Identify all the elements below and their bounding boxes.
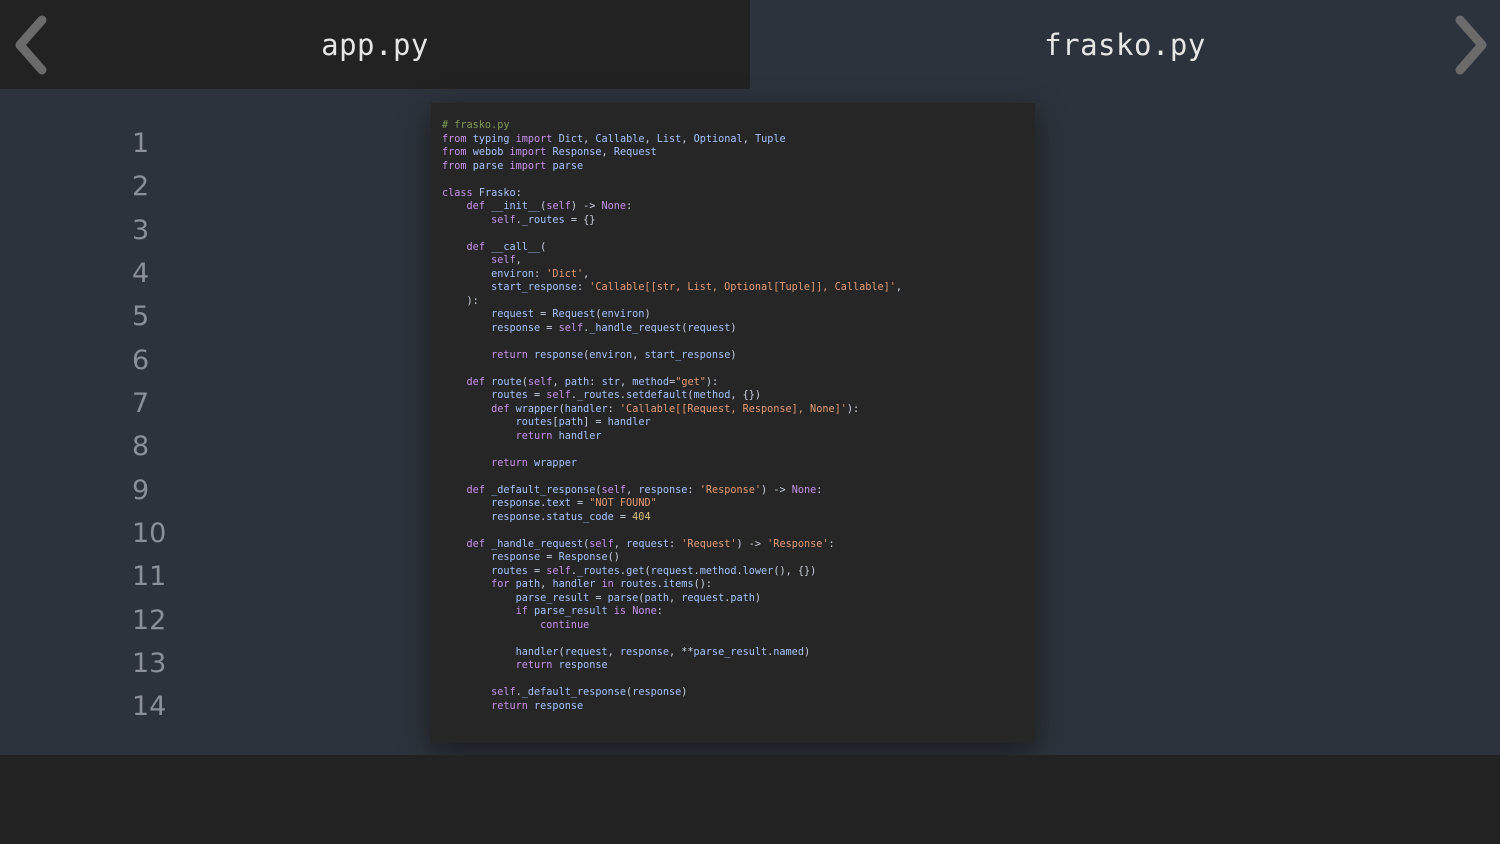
code-line: response = Response() <box>491 552 620 563</box>
code-line: routes = self._routes.get(request.method… <box>491 565 817 577</box>
code-line: continue <box>540 619 590 631</box>
code-line: response.status_code = 404 <box>491 511 651 523</box>
line-number: 9 <box>132 474 150 506</box>
line-number-gutter: 1 2 3 4 5 6 7 8 9 10 11 12 13 14 <box>132 122 212 729</box>
code-line: return response(environ, start_response) <box>491 349 737 361</box>
code-line: return handler <box>515 430 602 442</box>
code-line: start_response: 'Callable[[str, List, Op… <box>491 282 903 293</box>
line-number: 5 <box>132 301 150 333</box>
code-line: def route(self, path: str, method="get")… <box>466 376 719 388</box>
line-number: 6 <box>132 344 150 376</box>
tab-frasko-py[interactable]: frasko.py <box>750 0 1500 90</box>
code-line: response.text = "NOT FOUND" <box>491 498 657 509</box>
line-number: 11 <box>132 561 167 593</box>
tab-label: frasko.py <box>1044 28 1206 62</box>
code-line: def _handle_request(self, request: 'Requ… <box>466 538 835 550</box>
code-line: for path, handler in routes.items(): <box>491 579 712 590</box>
editor-pane: 1 2 3 4 5 6 7 8 9 10 11 12 13 14 # frask… <box>0 90 1500 755</box>
line-number: 13 <box>132 648 167 680</box>
code-line: from typing import Dict, Callable, List,… <box>442 133 786 145</box>
code-line: response = self._handle_request(request) <box>491 322 737 334</box>
code-line: return response <box>491 700 584 712</box>
code-line: from webob import Response, Request <box>442 147 657 158</box>
code-line: if parse_result is None: <box>515 606 663 617</box>
code-line: routes = self._routes.setdefault(method,… <box>491 390 762 401</box>
code-line: # frasko.py <box>442 120 510 131</box>
chevron-left-icon[interactable] <box>12 14 52 76</box>
code-line: routes[path] = handler <box>515 417 651 428</box>
bottom-panel <box>0 755 1500 844</box>
code-line: handler(request, response, **parse_resul… <box>515 646 811 658</box>
code-line: def _default_response(self, response: 'R… <box>466 484 823 496</box>
code-line: parse_result = parse(path, request.path) <box>515 592 762 604</box>
line-number: 7 <box>132 388 150 420</box>
code-line: return response <box>515 660 608 671</box>
code-line: self._routes = {} <box>491 214 596 226</box>
line-number: 4 <box>132 258 150 290</box>
code-line: from parse import parse <box>442 160 584 172</box>
line-number: 8 <box>132 431 150 463</box>
tab-app-py[interactable]: app.py <box>0 0 750 89</box>
code-line: def __call__( <box>466 241 547 253</box>
code-block: # frasko.py from typing import Dict, Call… <box>431 103 1035 713</box>
code-line: self, <box>491 255 522 266</box>
code-line: environ: 'Dict', <box>491 268 590 280</box>
code-line: request = Request(environ) <box>491 309 651 320</box>
tab-bar: app.py frasko.py <box>0 0 1500 90</box>
code-line: self._default_response(response) <box>491 687 688 698</box>
code-line: return wrapper <box>491 457 577 469</box>
chevron-right-icon[interactable] <box>1450 14 1490 76</box>
tab-label: app.py <box>321 27 429 62</box>
line-number: 14 <box>132 691 167 723</box>
line-number: 2 <box>132 171 150 203</box>
line-number: 12 <box>132 604 167 636</box>
line-number: 10 <box>132 518 167 550</box>
code-line: ): <box>442 295 479 307</box>
line-number: 3 <box>132 214 150 246</box>
code-line: class Frasko: <box>442 187 522 199</box>
code-line: def wrapper(handler: 'Callable[[Request,… <box>491 403 860 415</box>
code-snippet-image: # frasko.py from typing import Dict, Call… <box>431 103 1035 743</box>
line-number: 1 <box>132 128 150 159</box>
code-line: def __init__(self) -> None: <box>466 201 633 212</box>
